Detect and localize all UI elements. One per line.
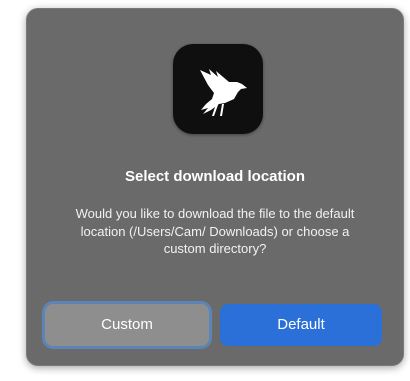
bird-icon	[200, 69, 247, 116]
dialog-message: Would you like to download the file to t…	[75, 206, 355, 256]
custom-button[interactable]: Custom	[45, 304, 209, 346]
dialog-title: Select download location	[124, 168, 306, 185]
bird-app-icon	[173, 44, 263, 134]
default-button[interactable]: Default	[220, 304, 382, 346]
download-location-dialog: Select download location Would you like …	[26, 8, 404, 366]
